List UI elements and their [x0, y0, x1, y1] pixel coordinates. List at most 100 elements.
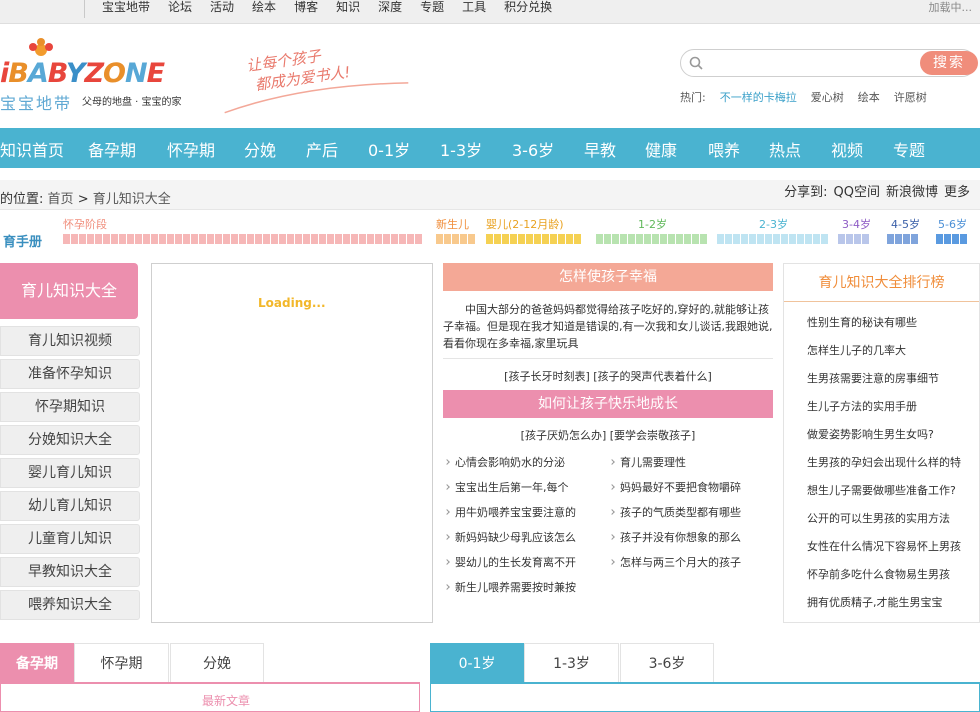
list-item[interactable]: 婴幼儿的生长发育离不开	[445, 556, 595, 570]
tab-delivery[interactable]: 分娩	[170, 643, 264, 683]
bullet-icon	[610, 509, 615, 515]
list-item[interactable]: 孩子并没有你想象的那么	[610, 531, 760, 545]
top-link-points-exchange[interactable]: 积分兑换	[504, 0, 552, 18]
ranking-item[interactable]: 怎样生儿子的几率大	[807, 344, 979, 358]
article-box-title[interactable]: 如何让孩子快乐地成长	[443, 390, 773, 418]
breadcrumb-current[interactable]: 育儿知识大全	[93, 192, 171, 207]
nav-knowledge-home[interactable]: 知识首页	[0, 137, 64, 161]
stage-age-3-4[interactable]: 3-4岁	[838, 218, 871, 248]
stage-age-5-6[interactable]: 5-6岁	[936, 218, 967, 248]
article-box-title[interactable]: 怎样使孩子幸福	[443, 263, 773, 291]
bullet-icon	[610, 534, 615, 540]
list-item[interactable]: 新妈妈缺少母乳应该怎么	[445, 531, 595, 545]
share-qzone-link[interactable]: QQ空间	[834, 181, 880, 200]
tab-age-1-3[interactable]: 1-3岁	[524, 643, 619, 683]
hot-keyword[interactable]: 不一样的卡梅拉	[720, 89, 797, 105]
top-link-knowledge[interactable]: 知识	[336, 0, 360, 18]
stage-cell	[936, 234, 943, 244]
top-link-events[interactable]: 活动	[210, 0, 234, 18]
nav-hot[interactable]: 热点	[769, 137, 801, 161]
ranking-item[interactable]: 怀孕前多吃什么食物易生男孩	[807, 568, 979, 582]
ranking-item[interactable]: 拥有优质精子,才能生男宝宝	[807, 596, 979, 610]
list-item[interactable]: 用牛奶喂养宝宝要注意的	[445, 506, 595, 520]
nav-age-3-6[interactable]: 3-6岁	[512, 137, 554, 161]
stage-cell	[460, 234, 467, 244]
list-item[interactable]: 怎样与两三个月大的孩子	[610, 556, 760, 570]
top-link-depth[interactable]: 深度	[378, 0, 402, 18]
ranking-item[interactable]: 女性在什么情况下容易怀上男孩	[807, 540, 979, 554]
search-input[interactable]	[709, 53, 909, 73]
stage-cell	[887, 234, 894, 244]
ranking-item[interactable]: 做爱姿势影响生男生女吗?	[807, 428, 979, 442]
hot-keyword[interactable]: 绘本	[858, 89, 880, 105]
sidebar-item-pre-pregnancy[interactable]: 准备怀孕知识	[0, 359, 140, 389]
ranking-item[interactable]: 生男孩的孕妇会出现什么样的特	[807, 456, 979, 470]
list-item[interactable]: 新生儿喂养需要按时兼按	[445, 581, 595, 595]
stage-infant[interactable]: 婴儿(2-12月龄)	[486, 218, 581, 248]
related-link[interactable]: [要学会崇敬孩子]	[610, 429, 696, 442]
nav-feeding[interactable]: 喂养	[708, 137, 740, 161]
related-link[interactable]: [孩子的哭声代表着什么]	[593, 370, 712, 383]
list-item[interactable]: 妈妈最好不要把食物嚼碎	[610, 481, 760, 495]
top-link-baby-zone[interactable]: 宝宝地带	[102, 0, 150, 18]
nav-pre-pregnancy[interactable]: 备孕期	[88, 137, 136, 161]
ranking-item[interactable]: 生儿子方法的实用手册	[807, 400, 979, 414]
sidebar-title[interactable]: 育儿知识大全	[0, 263, 138, 319]
tab-age-0-1[interactable]: 0-1岁	[430, 643, 524, 683]
nav-age-1-3[interactable]: 1-3岁	[440, 137, 482, 161]
nav-postpartum[interactable]: 产后	[306, 137, 338, 161]
nav-topics[interactable]: 专题	[893, 137, 925, 161]
nav-health[interactable]: 健康	[645, 137, 677, 161]
bullet-icon	[445, 509, 450, 515]
sidebar-item-toddler[interactable]: 幼儿育儿知识	[0, 491, 140, 521]
stage-pregnancy[interactable]: 怀孕阶段	[63, 218, 422, 248]
sidebar-item-feeding[interactable]: 喂养知识大全	[0, 590, 140, 620]
top-link-blog[interactable]: 博客	[294, 0, 318, 18]
top-link-forum[interactable]: 论坛	[168, 0, 192, 18]
share-more-link[interactable]: 更多	[944, 181, 970, 200]
stage-age-4-5[interactable]: 4-5岁	[887, 218, 920, 248]
search-button[interactable]: 搜索	[920, 51, 978, 75]
hot-keyword[interactable]: 许愿树	[894, 89, 927, 105]
stage-age-2-3[interactable]: 2-3岁	[717, 218, 828, 248]
list-item[interactable]: 心情会影响奶水的分泌	[445, 456, 595, 470]
ranking-item[interactable]: 公开的可以生男孩的实用方法	[807, 512, 979, 526]
sidebar-item-child[interactable]: 儿童育儿知识	[0, 524, 140, 554]
top-link-picture-books[interactable]: 绘本	[252, 0, 276, 18]
site-logo[interactable]: iBABYZONE 宝宝地带 父母的地盘 · 宝宝的家	[0, 36, 200, 113]
nav-video[interactable]: 视频	[831, 137, 863, 161]
top-link-topics[interactable]: 专题	[420, 0, 444, 18]
ranking-item[interactable]: 生男孩需要注意的房事细节	[807, 372, 979, 386]
related-link[interactable]: [孩子厌奶怎么办]	[521, 429, 607, 442]
stage-newborn[interactable]: 新生儿	[436, 218, 475, 248]
sidebar-item-early-education[interactable]: 早教知识大全	[0, 557, 140, 587]
sidebar-item-video[interactable]: 育儿知识视频	[0, 326, 140, 356]
nav-age-0-1[interactable]: 0-1岁	[368, 137, 410, 161]
breadcrumb-home-link[interactable]: 首页	[48, 192, 74, 207]
nav-early-education[interactable]: 早教	[584, 137, 616, 161]
stage-label: 怀孕阶段	[63, 218, 107, 231]
ranking-item[interactable]: 性别生育的秘诀有哪些	[807, 316, 979, 330]
stage-cell	[183, 234, 190, 244]
stage-age-1-2[interactable]: 1-2岁	[596, 218, 707, 248]
tab-pregnancy[interactable]: 怀孕期	[74, 643, 169, 683]
list-item[interactable]: 孩子的气质类型都有哪些	[610, 506, 760, 520]
sidebar-item-pregnancy[interactable]: 怀孕期知识	[0, 392, 140, 422]
hot-keyword[interactable]: 爱心树	[811, 89, 844, 105]
stage-bar	[936, 234, 967, 244]
nav-delivery[interactable]: 分娩	[244, 137, 276, 161]
share-weibo-link[interactable]: 新浪微博	[886, 181, 938, 200]
top-link-tools[interactable]: 工具	[462, 0, 486, 18]
list-item[interactable]: 宝宝出生后第一年,每个	[445, 481, 595, 495]
nav-pregnancy[interactable]: 怀孕期	[167, 137, 215, 161]
tab-age-3-6[interactable]: 3-6岁	[620, 643, 714, 683]
stage-cell	[79, 234, 86, 244]
related-link[interactable]: [孩子长牙时刻表]	[504, 370, 590, 383]
ranking-item[interactable]: 想生儿子需要做哪些准备工作?	[807, 484, 979, 498]
stage-cell	[805, 234, 812, 244]
tab-pre-pregnancy[interactable]: 备孕期	[0, 643, 74, 683]
sidebar-item-delivery[interactable]: 分娩知识大全	[0, 425, 140, 455]
breadcrumb-path: 的位置: 首页 > 育儿知识大全	[0, 188, 171, 207]
sidebar-item-infant[interactable]: 婴儿育儿知识	[0, 458, 140, 488]
list-item[interactable]: 育儿需要理性	[610, 456, 760, 470]
